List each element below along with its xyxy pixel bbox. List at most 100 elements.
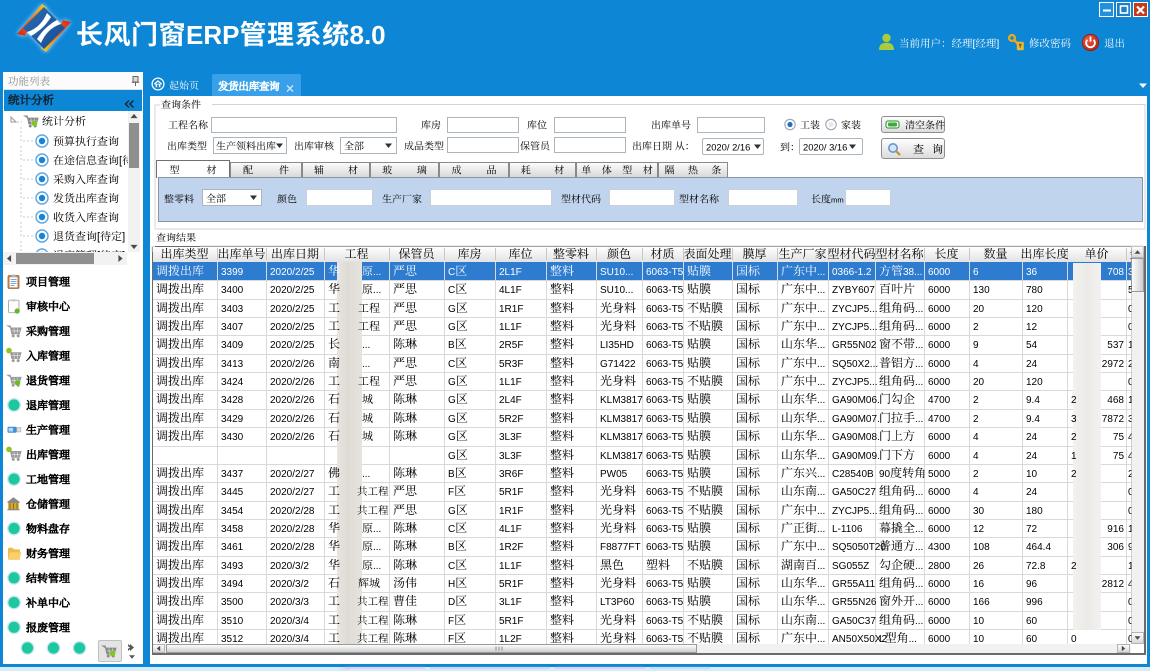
svg-text:H: H	[448, 579, 455, 590]
svg-text:5R1F: 5R1F	[499, 579, 523, 590]
svg-text:...: ...	[817, 432, 825, 443]
svg-text:2020/2/25: 2020/2/25	[270, 285, 315, 296]
svg-text:3437: 3437	[221, 469, 244, 480]
svg-text:6063-T5: 6063-T5	[646, 340, 684, 351]
svg-text:2020/2/27: 2020/2/27	[270, 487, 315, 498]
svg-text:2020/2/26: 2020/2/26	[270, 377, 315, 388]
svg-text:...: ...	[817, 487, 825, 498]
svg-text:0: 0	[1128, 377, 1134, 388]
svg-text:...: ...	[373, 524, 381, 535]
svg-text:5R1F: 5R1F	[499, 616, 523, 627]
svg-text:4: 4	[973, 359, 979, 370]
svg-text:3399: 3399	[221, 267, 244, 278]
svg-text:6063-T5: 6063-T5	[646, 359, 684, 370]
svg-text:LT3P60: LT3P60	[600, 597, 635, 608]
svg-text:C: C	[448, 359, 455, 370]
svg-text:G: G	[448, 377, 456, 388]
svg-text:3428: 3428	[221, 395, 244, 406]
svg-text:6000: 6000	[928, 616, 951, 627]
svg-text:...: ...	[915, 414, 923, 425]
svg-text:916: 916	[1107, 524, 1124, 535]
svg-text:...: ...	[915, 322, 923, 333]
svg-text:...: ...	[915, 340, 923, 351]
svg-text:]: ]	[122, 231, 125, 243]
svg-text:3R6F: 3R6F	[499, 469, 523, 480]
svg-text:3493: 3493	[221, 561, 244, 572]
svg-text:306: 306	[1107, 542, 1124, 553]
svg-text:4: 4	[973, 451, 979, 462]
svg-text:6000: 6000	[928, 432, 951, 443]
svg-text:...: ...	[817, 524, 825, 535]
svg-text:2972: 2972	[1102, 359, 1125, 370]
svg-text:G71422: G71422	[600, 359, 636, 370]
svg-text:20: 20	[973, 377, 985, 388]
svg-text:535: 535	[1128, 285, 1145, 296]
svg-text:2020/3/4: 2020/3/4	[270, 634, 309, 645]
svg-text:75: 75	[1113, 451, 1125, 462]
svg-text:GR55N26: GR55N26	[832, 597, 877, 608]
svg-text:2020/ 2/16: 2020/ 2/16	[706, 142, 750, 153]
svg-text:6000: 6000	[928, 451, 951, 462]
svg-text:...: ...	[817, 340, 825, 351]
svg-text:GA50C27: GA50C27	[832, 487, 876, 498]
svg-text:188: 188	[1128, 395, 1145, 406]
svg-text:...: ...	[817, 561, 825, 572]
svg-text:C28540B: C28540B	[832, 469, 874, 480]
svg-text:120: 120	[1026, 377, 1043, 388]
svg-text:2R5F: 2R5F	[499, 340, 523, 351]
svg-text:G: G	[448, 304, 456, 315]
svg-text:6000: 6000	[928, 340, 951, 351]
svg-text:GA50C37: GA50C37	[832, 616, 876, 627]
svg-text:G: G	[448, 395, 456, 406]
svg-text:4L1F: 4L1F	[499, 524, 522, 535]
svg-text:0: 0	[1128, 304, 1134, 315]
svg-text:2020/3/4: 2020/3/4	[270, 616, 309, 627]
svg-text:[: [	[119, 155, 122, 167]
svg-text:306: 306	[1128, 267, 1145, 278]
svg-text:...: ...	[817, 469, 825, 480]
svg-text:4L1F: 4L1F	[499, 285, 522, 296]
svg-text:...: ...	[915, 304, 923, 315]
svg-text:54: 54	[1026, 340, 1038, 351]
svg-text:...: ...	[373, 542, 381, 553]
svg-text:C: C	[448, 524, 455, 535]
svg-text:108: 108	[973, 542, 990, 553]
svg-text:2020/2/26: 2020/2/26	[270, 395, 315, 406]
svg-text:30: 30	[973, 506, 985, 517]
svg-text:...: ...	[915, 561, 923, 572]
svg-text:...: ...	[817, 616, 825, 627]
svg-text:1L1F: 1L1F	[499, 561, 522, 572]
svg-text:SG055Z: SG055Z	[832, 561, 869, 572]
svg-text:6063-T5: 6063-T5	[646, 506, 684, 517]
svg-text:ZYBY607: ZYBY607	[832, 285, 875, 296]
svg-text:...: ...	[817, 359, 825, 370]
svg-text:[: [	[97, 250, 100, 262]
svg-text:...: ...	[817, 304, 825, 315]
svg-text:3: 3	[1071, 414, 1077, 425]
svg-text:0: 0	[1128, 597, 1134, 608]
svg-text:326: 326	[1128, 414, 1145, 425]
svg-text:6000: 6000	[928, 304, 951, 315]
svg-text:4700: 4700	[928, 414, 951, 425]
svg-text:...: ...	[817, 395, 825, 406]
svg-text:...: ...	[817, 634, 825, 645]
svg-text:LI35HD: LI35HD	[600, 340, 634, 351]
svg-text:ERP: ERP	[186, 20, 239, 50]
svg-text:F8877FT: F8877FT	[600, 542, 641, 553]
svg-text:2020/2/28: 2020/2/28	[270, 524, 315, 535]
svg-text:GA90M07.: GA90M07.	[832, 414, 880, 425]
svg-text:10: 10	[973, 634, 985, 645]
svg-text:0: 0	[1128, 506, 1134, 517]
svg-text:2: 2	[973, 469, 979, 480]
svg-text:...: ...	[915, 542, 923, 553]
svg-text:0: 0	[1128, 634, 1134, 645]
svg-text:3L3F: 3L3F	[499, 432, 522, 443]
svg-text:KLM3817: KLM3817	[600, 414, 643, 425]
svg-text:...: ...	[915, 579, 923, 590]
svg-text:123: 123	[1128, 524, 1145, 535]
svg-text:]: ]	[122, 250, 125, 262]
svg-text:ZYCJP5...: ZYCJP5...	[832, 506, 878, 517]
svg-text:182: 182	[1128, 561, 1145, 572]
svg-text:6063-T5: 6063-T5	[646, 634, 684, 645]
svg-text:3461: 3461	[221, 542, 244, 553]
